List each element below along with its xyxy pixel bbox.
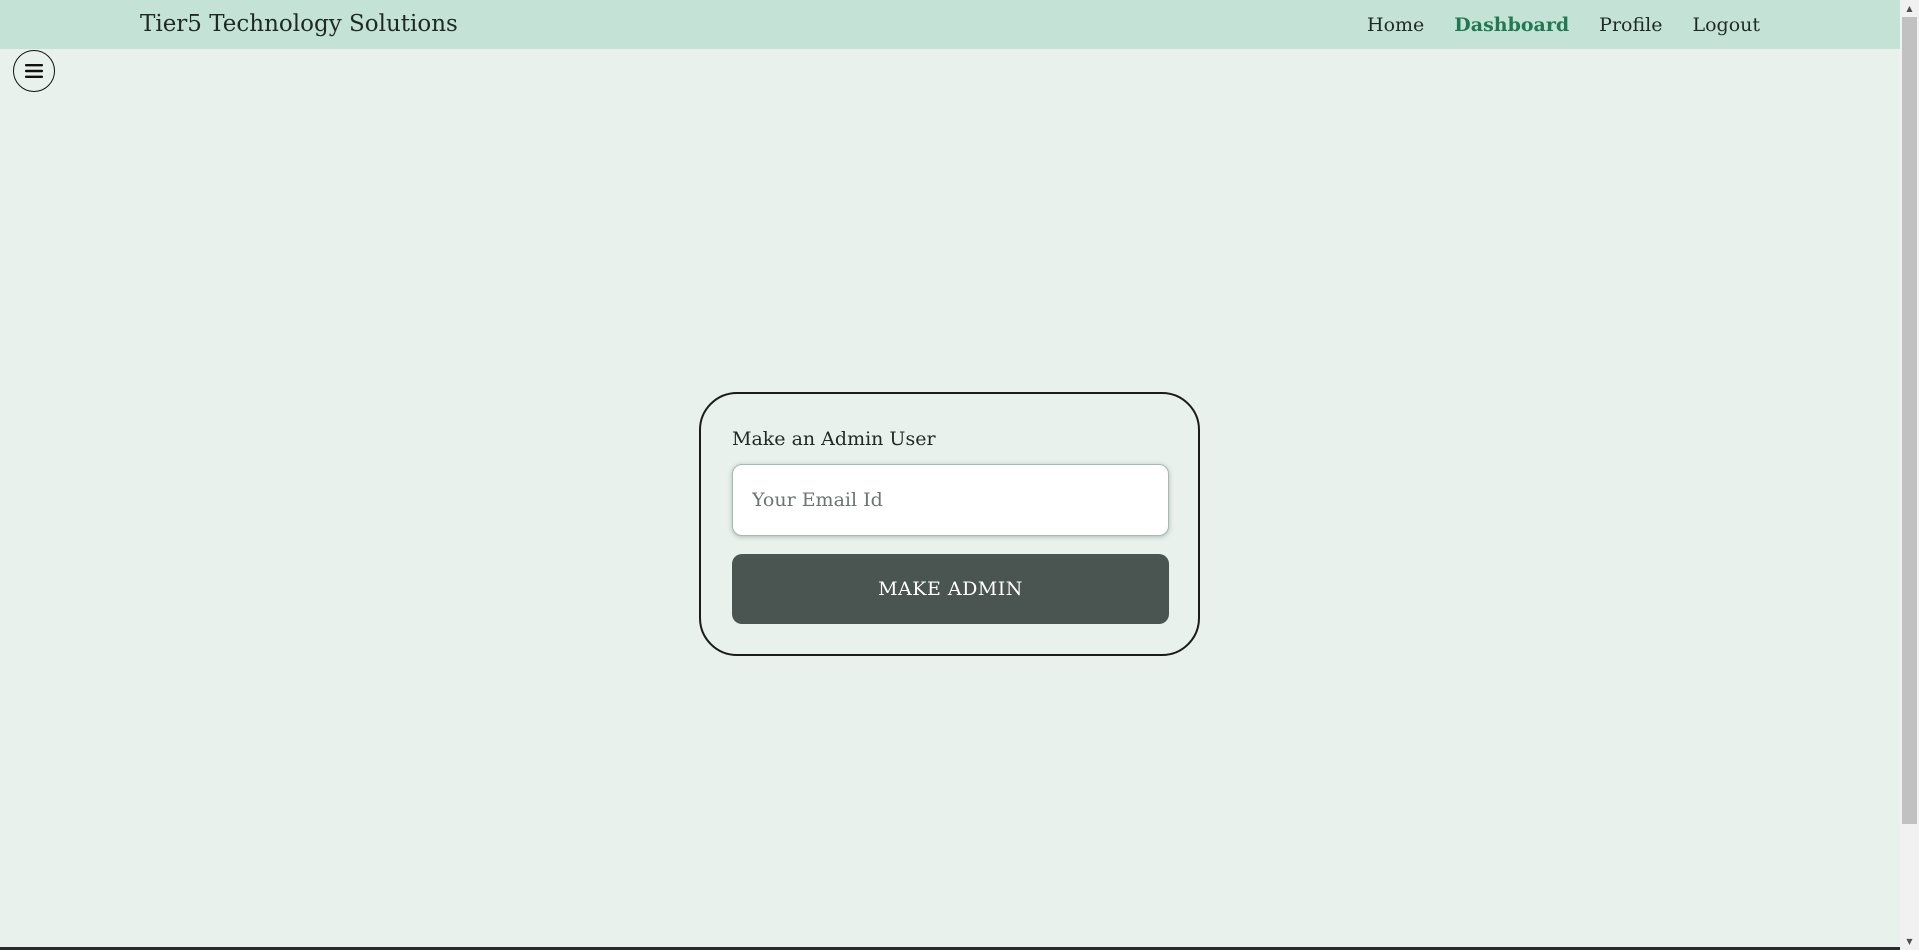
hamburger-menu-icon: [25, 64, 43, 78]
form-label: Make an Admin User: [732, 428, 936, 450]
make-admin-card: Make an Admin User MAKE ADMIN: [699, 392, 1200, 656]
make-admin-button[interactable]: MAKE ADMIN: [732, 554, 1169, 624]
nav-link-home[interactable]: Home: [1367, 14, 1424, 36]
nav-link-dashboard[interactable]: Dashboard: [1454, 14, 1569, 36]
nav-link-logout[interactable]: Logout: [1692, 14, 1760, 36]
nav-link-profile[interactable]: Profile: [1599, 14, 1662, 36]
vertical-scrollbar[interactable]: ▲ ▼: [1900, 0, 1919, 950]
email-input[interactable]: [732, 464, 1169, 536]
sidebar-toggle-button[interactable]: [13, 50, 55, 92]
nav-links: Home Dashboard Profile Logout: [1367, 0, 1760, 49]
scroll-down-arrow-icon[interactable]: ▼: [1900, 933, 1919, 950]
scrollbar-thumb[interactable]: [1902, 17, 1917, 824]
top-navbar: Tier5 Technology Solutions Home Dashboar…: [0, 0, 1900, 49]
scroll-up-arrow-icon[interactable]: ▲: [1900, 0, 1919, 17]
brand-title[interactable]: Tier5 Technology Solutions: [140, 0, 458, 49]
